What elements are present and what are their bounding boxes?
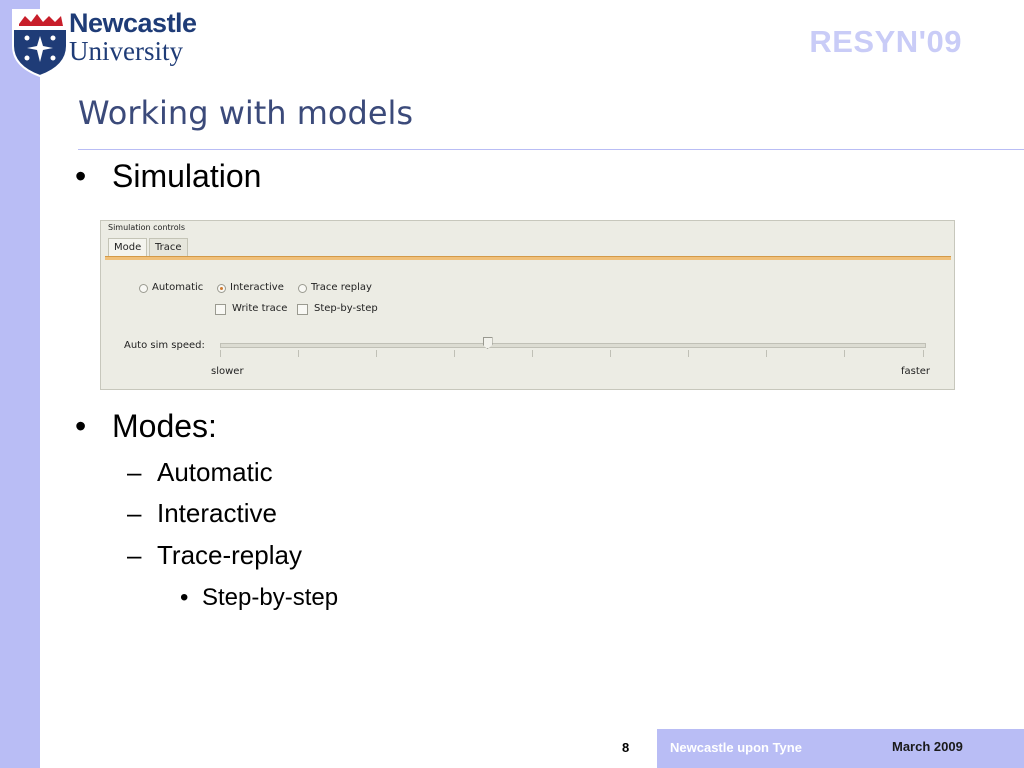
slider-tick [766, 350, 767, 357]
sub-sub-bullet-step-by-step: • Step-by-step [180, 584, 480, 614]
slider-tick [532, 350, 533, 357]
slider-tick [844, 350, 845, 357]
slider-tick [923, 350, 924, 357]
dash-marker: – [127, 498, 142, 528]
dash-marker: – [127, 457, 142, 487]
radio-circle-selected [217, 284, 226, 293]
bullet-simulation: • Simulation [75, 158, 375, 198]
bullet-modes: • Modes: [75, 408, 375, 448]
sub-bullet-text: Automatic [157, 457, 273, 487]
radio-label: Automatic [152, 282, 204, 293]
tab-underline [105, 256, 951, 260]
sub-bullet-interactive: – Interactive [127, 498, 427, 530]
radio-circle [139, 284, 148, 293]
left-accent-band [0, 0, 40, 768]
footer-location: Newcastle upon Tyne [670, 740, 802, 755]
slider-tick [454, 350, 455, 357]
bullet-dot: • [180, 584, 189, 611]
radio-label: Interactive [230, 282, 284, 293]
sub-bullet-automatic: – Automatic [127, 457, 427, 489]
auto-sim-speed-label: Auto sim speed: [124, 340, 205, 351]
bullet-dot: • [75, 158, 87, 194]
sub-bullet-text: Trace-replay [157, 540, 302, 570]
footer-date: March 2009 [892, 739, 963, 754]
conference-label: RESYN'09 [809, 24, 962, 59]
faster-label: faster [901, 366, 931, 377]
bullet-text: Simulation [112, 158, 262, 194]
tab-mode[interactable]: Mode [108, 238, 148, 257]
bullet-dot: • [75, 408, 87, 444]
checkbox-box [215, 304, 226, 315]
university-crest-icon [12, 9, 68, 78]
radio-circle [298, 284, 307, 293]
sub-bullet-trace-replay: – Trace-replay [127, 540, 427, 572]
tab-trace[interactable]: Trace [149, 238, 188, 257]
slider-tick [376, 350, 377, 357]
checkbox-box [297, 304, 308, 315]
slide-title: Working with models [78, 94, 414, 132]
bullet-text: Modes: [112, 408, 217, 444]
speed-slider-track[interactable] [220, 343, 926, 348]
page-number: 8 [622, 740, 630, 755]
university-logo: Newcastle University [11, 8, 221, 80]
slower-label: slower [211, 366, 244, 377]
radio-label: Trace replay [311, 282, 372, 293]
logo-line-1: Newcastle [69, 8, 197, 38]
panel-title: Simulation controls [108, 223, 186, 232]
slider-tick [298, 350, 299, 357]
logo-line-2: University [69, 36, 183, 66]
checkbox-label: Write trace [232, 303, 288, 314]
sub-sub-bullet-text: Step-by-step [202, 584, 339, 611]
dash-marker: – [127, 540, 142, 570]
simulation-controls-panel: Simulation controls Mode Trace Automatic… [100, 220, 955, 390]
sub-bullet-text: Interactive [157, 498, 277, 528]
title-divider [78, 149, 1024, 150]
checkbox-label: Step-by-step [314, 303, 378, 314]
slider-tick [610, 350, 611, 357]
slider-tick [220, 350, 221, 357]
slider-tick [688, 350, 689, 357]
